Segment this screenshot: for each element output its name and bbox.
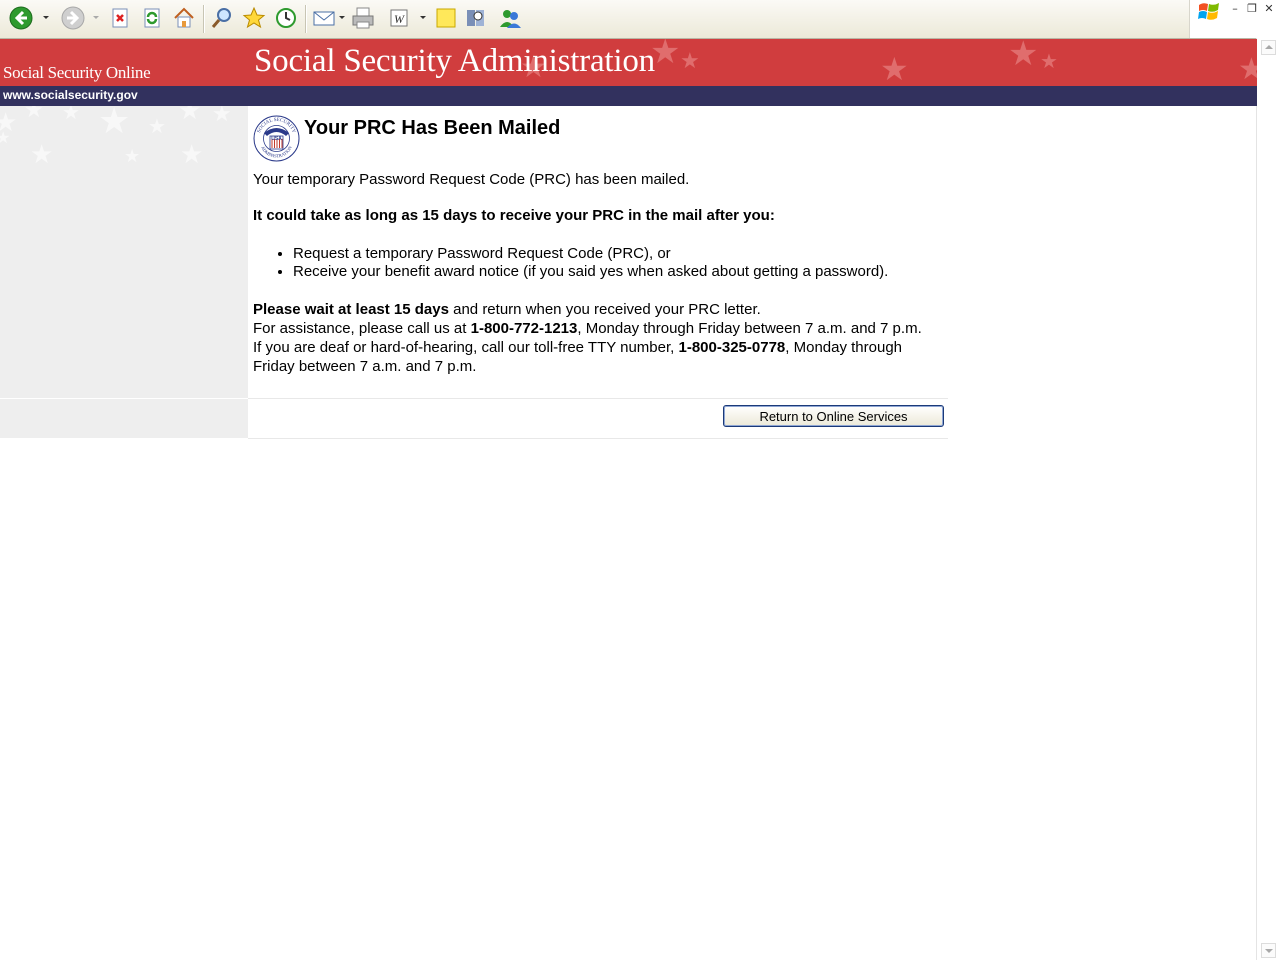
decorative-star-icon: ★ bbox=[1008, 39, 1039, 74]
forward-icon[interactable] bbox=[60, 5, 86, 31]
decorative-star-icon: ★ bbox=[98, 106, 131, 142]
decorative-star-icon: ★ bbox=[880, 50, 909, 86]
close-icon[interactable]: ✕ bbox=[1262, 2, 1276, 15]
scroll-up-arrow-icon[interactable] bbox=[1261, 40, 1276, 55]
back-dropdown-icon[interactable] bbox=[43, 16, 49, 19]
minimize-icon[interactable]: – bbox=[1228, 2, 1242, 15]
svg-text:W: W bbox=[394, 12, 405, 26]
mail-icon[interactable] bbox=[311, 5, 337, 31]
wait-notice: Please wait at least 15 days bbox=[253, 301, 449, 318]
decorative-star-icon: ★ bbox=[1040, 49, 1058, 73]
assistance-text-1: For assistance, please call us at bbox=[253, 320, 471, 337]
sidebar-divider bbox=[0, 398, 248, 399]
toolbar-separator bbox=[203, 5, 205, 33]
vertical-scrollbar[interactable] bbox=[1256, 38, 1280, 960]
decorative-star-icon: ★ bbox=[178, 106, 202, 126]
search-icon[interactable] bbox=[209, 5, 235, 31]
content-divider bbox=[248, 438, 948, 439]
decorative-star-icon: ★ bbox=[30, 140, 54, 170]
print-icon[interactable] bbox=[350, 5, 376, 31]
seal-center-text: USA bbox=[271, 136, 282, 142]
decorative-star-icon: ★ bbox=[212, 106, 232, 127]
wait-rest: and return when you received your PRC le… bbox=[448, 301, 761, 318]
decorative-star-icon: ★ bbox=[0, 128, 11, 147]
site-banner: ★ ★ ★ ★ ★ ★ ★ Social Security Online Soc… bbox=[0, 39, 1257, 86]
return-to-online-services-button[interactable]: Return to Online Services bbox=[723, 405, 944, 427]
site-url[interactable]: www.socialsecurity.gov bbox=[3, 88, 138, 102]
scroll-down-arrow-icon[interactable] bbox=[1261, 943, 1276, 958]
decorative-star-icon: ★ bbox=[148, 114, 166, 138]
intro-text: Your temporary Password Request Code (PR… bbox=[253, 171, 690, 188]
decorative-star-icon: ★ bbox=[24, 106, 44, 123]
list-item: Receive your benefit award notice (if yo… bbox=[293, 263, 888, 281]
restore-icon[interactable]: ❐ bbox=[1245, 2, 1259, 15]
stop-icon[interactable] bbox=[107, 5, 133, 31]
content-divider bbox=[248, 398, 948, 399]
home-icon[interactable] bbox=[171, 5, 197, 31]
left-sidebar: ★ ★ ★ ★ ★ ★ ★ ★ ★ ★ ★ bbox=[0, 106, 248, 438]
research-icon[interactable] bbox=[463, 5, 489, 31]
windows-logo-icon bbox=[1198, 2, 1220, 22]
url-strip: www.socialsecurity.gov bbox=[0, 86, 1257, 106]
back-icon[interactable] bbox=[8, 5, 34, 31]
bullet-list: Request a temporary Password Request Cod… bbox=[253, 245, 888, 281]
messenger-icon[interactable] bbox=[497, 5, 523, 31]
edit-icon[interactable]: W bbox=[386, 5, 412, 31]
favorites-icon[interactable] bbox=[241, 5, 267, 31]
browser-toolbar: W – ❐ ✕ bbox=[0, 0, 1280, 39]
edit-dropdown-icon[interactable] bbox=[420, 16, 426, 19]
toolbar-separator bbox=[305, 5, 307, 33]
decorative-star-icon: ★ bbox=[1238, 52, 1257, 86]
warning-text: It could take as long as 15 days to rece… bbox=[253, 207, 775, 224]
forward-dropdown-icon[interactable] bbox=[93, 16, 99, 19]
ssa-seal-logo: USA SOCIAL SECURITY ADMINISTRATION bbox=[253, 115, 300, 162]
decorative-star-icon: ★ bbox=[680, 49, 700, 74]
agency-title: Social Security Administration bbox=[254, 43, 655, 79]
site-name[interactable]: Social Security Online bbox=[3, 63, 151, 83]
refresh-icon[interactable] bbox=[139, 5, 165, 31]
mail-dropdown-icon[interactable] bbox=[339, 16, 345, 19]
tty-number: 1-800-325-0778 bbox=[678, 339, 786, 356]
decorative-star-icon: ★ bbox=[62, 106, 80, 124]
assistance-paragraph: Please wait at least 15 days and return … bbox=[253, 300, 923, 376]
decorative-star-icon: ★ bbox=[180, 140, 204, 170]
page-title: Your PRC Has Been Mailed bbox=[304, 117, 561, 139]
decorative-star-icon: ★ bbox=[124, 146, 141, 167]
history-icon[interactable] bbox=[273, 5, 299, 31]
list-item: Request a temporary Password Request Cod… bbox=[293, 245, 888, 263]
notes-icon[interactable] bbox=[433, 5, 459, 31]
phone-number: 1-800-772-1213 bbox=[470, 320, 578, 337]
window-controls: – ❐ ✕ bbox=[1189, 0, 1280, 38]
